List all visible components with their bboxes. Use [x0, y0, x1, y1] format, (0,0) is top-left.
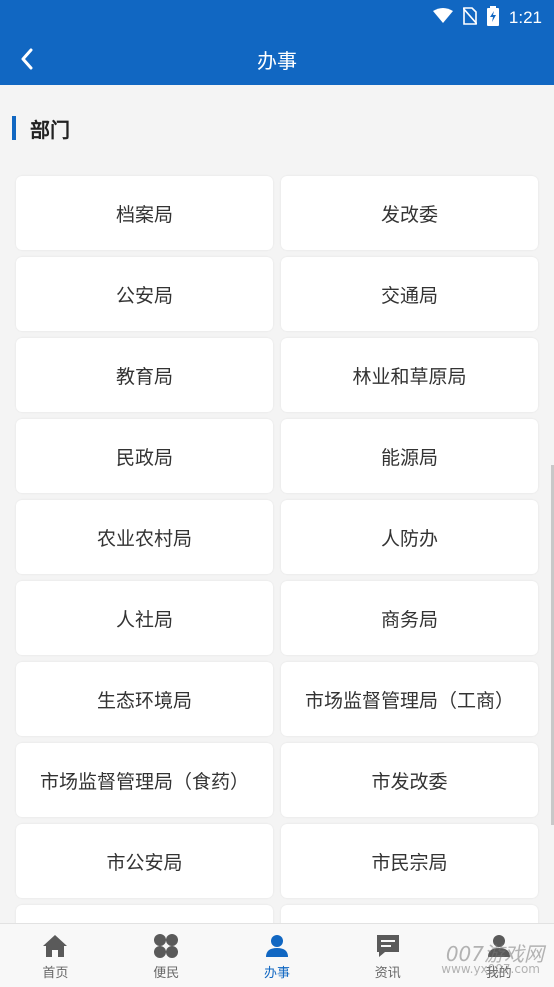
- department-item-partial[interactable]: [281, 905, 538, 923]
- status-bar: 1:21: [0, 0, 554, 32]
- department-item[interactable]: 教育局: [16, 338, 273, 412]
- home-icon: [41, 932, 69, 960]
- department-grid: 档案局 发改委 公安局 交通局 教育局 林业和草原局 民政局 能源局 农业农村局…: [16, 176, 538, 923]
- department-item[interactable]: 档案局: [16, 176, 273, 250]
- nav-label: 便民: [153, 966, 180, 981]
- nav-label: 首页: [42, 966, 69, 981]
- nav-label: 办事: [263, 966, 290, 981]
- department-item[interactable]: 公安局: [16, 257, 273, 331]
- watermark-url: www.yx007.com: [441, 962, 540, 976]
- status-time: 1:21: [508, 8, 542, 27]
- nav-label: 资讯: [374, 966, 401, 981]
- department-item[interactable]: 市发改委: [281, 743, 538, 817]
- page-title: 办事: [257, 49, 297, 73]
- message-icon: [374, 932, 402, 960]
- department-item[interactable]: 商务局: [281, 581, 538, 655]
- no-sim-icon: [462, 7, 478, 29]
- section-title: 部门: [30, 117, 70, 142]
- department-content[interactable]: 部门 档案局 发改委 公安局 交通局 教育局 林业和草原局 民政局 能源局 农业…: [0, 85, 554, 923]
- section-header: 部门: [12, 115, 70, 142]
- nav-item-convenience[interactable]: 便民: [111, 924, 222, 987]
- nav-item-news[interactable]: 资讯: [332, 924, 443, 987]
- department-item[interactable]: 农业农村局: [16, 500, 273, 574]
- department-item[interactable]: 市场监督管理局（食药）: [16, 743, 273, 817]
- app-bar: 办事: [0, 32, 554, 85]
- department-item[interactable]: 能源局: [281, 419, 538, 493]
- wifi-icon: [432, 8, 453, 28]
- nav-item-services[interactable]: 办事: [222, 924, 333, 987]
- department-item[interactable]: 人防办: [281, 500, 538, 574]
- department-item[interactable]: 生态环境局: [16, 662, 273, 736]
- grid-icon: [152, 932, 180, 960]
- department-item[interactable]: 市公安局: [16, 824, 273, 898]
- department-item-partial[interactable]: [16, 905, 273, 923]
- department-item[interactable]: 林业和草原局: [281, 338, 538, 412]
- battery-charging-icon: [486, 6, 499, 30]
- section-accent-bar: [12, 116, 16, 140]
- department-item[interactable]: 民政局: [16, 419, 273, 493]
- department-item[interactable]: 交通局: [281, 257, 538, 331]
- department-item[interactable]: 人社局: [16, 581, 273, 655]
- department-item[interactable]: 市场监督管理局（工商）: [281, 662, 538, 736]
- nav-item-home[interactable]: 首页: [0, 924, 111, 987]
- department-item[interactable]: 发改委: [281, 176, 538, 250]
- department-item[interactable]: 市民宗局: [281, 824, 538, 898]
- person-icon: [263, 932, 291, 960]
